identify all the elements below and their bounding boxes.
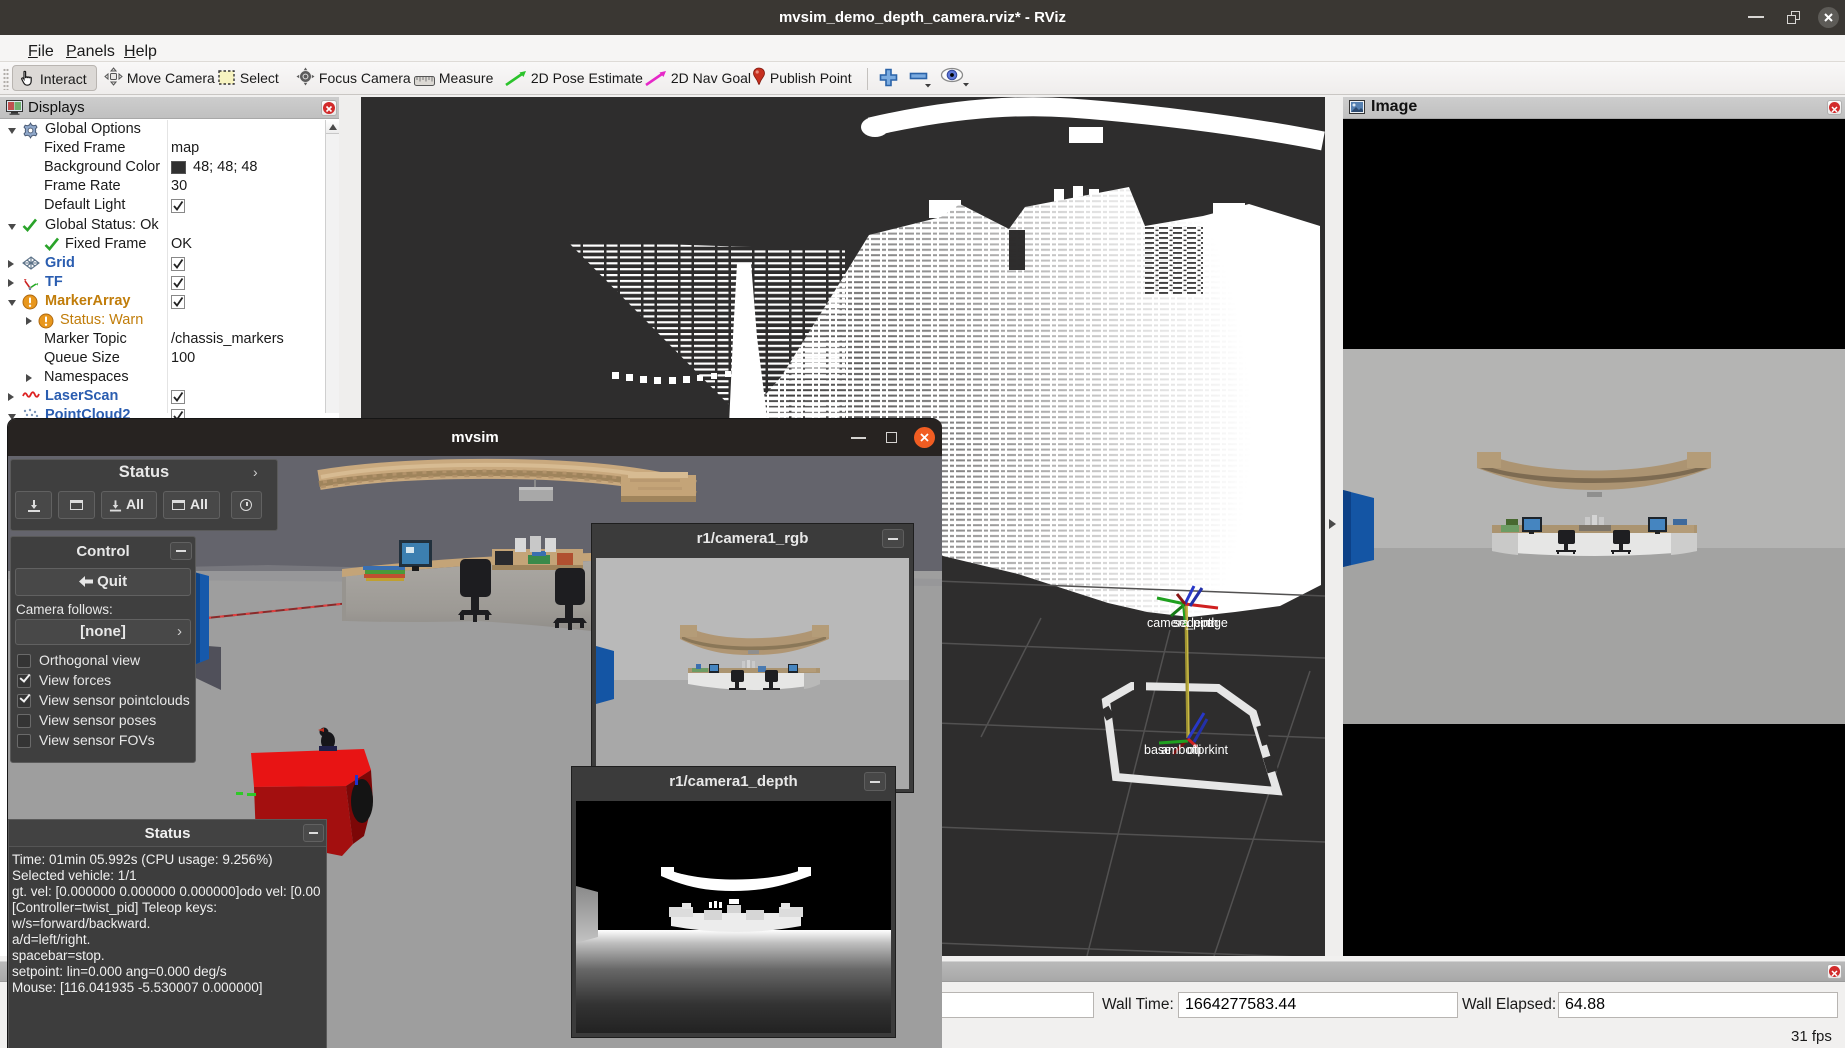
- svg-text:otprkint: otprkint: [1187, 743, 1229, 757]
- svg-text:age: age: [1207, 616, 1228, 630]
